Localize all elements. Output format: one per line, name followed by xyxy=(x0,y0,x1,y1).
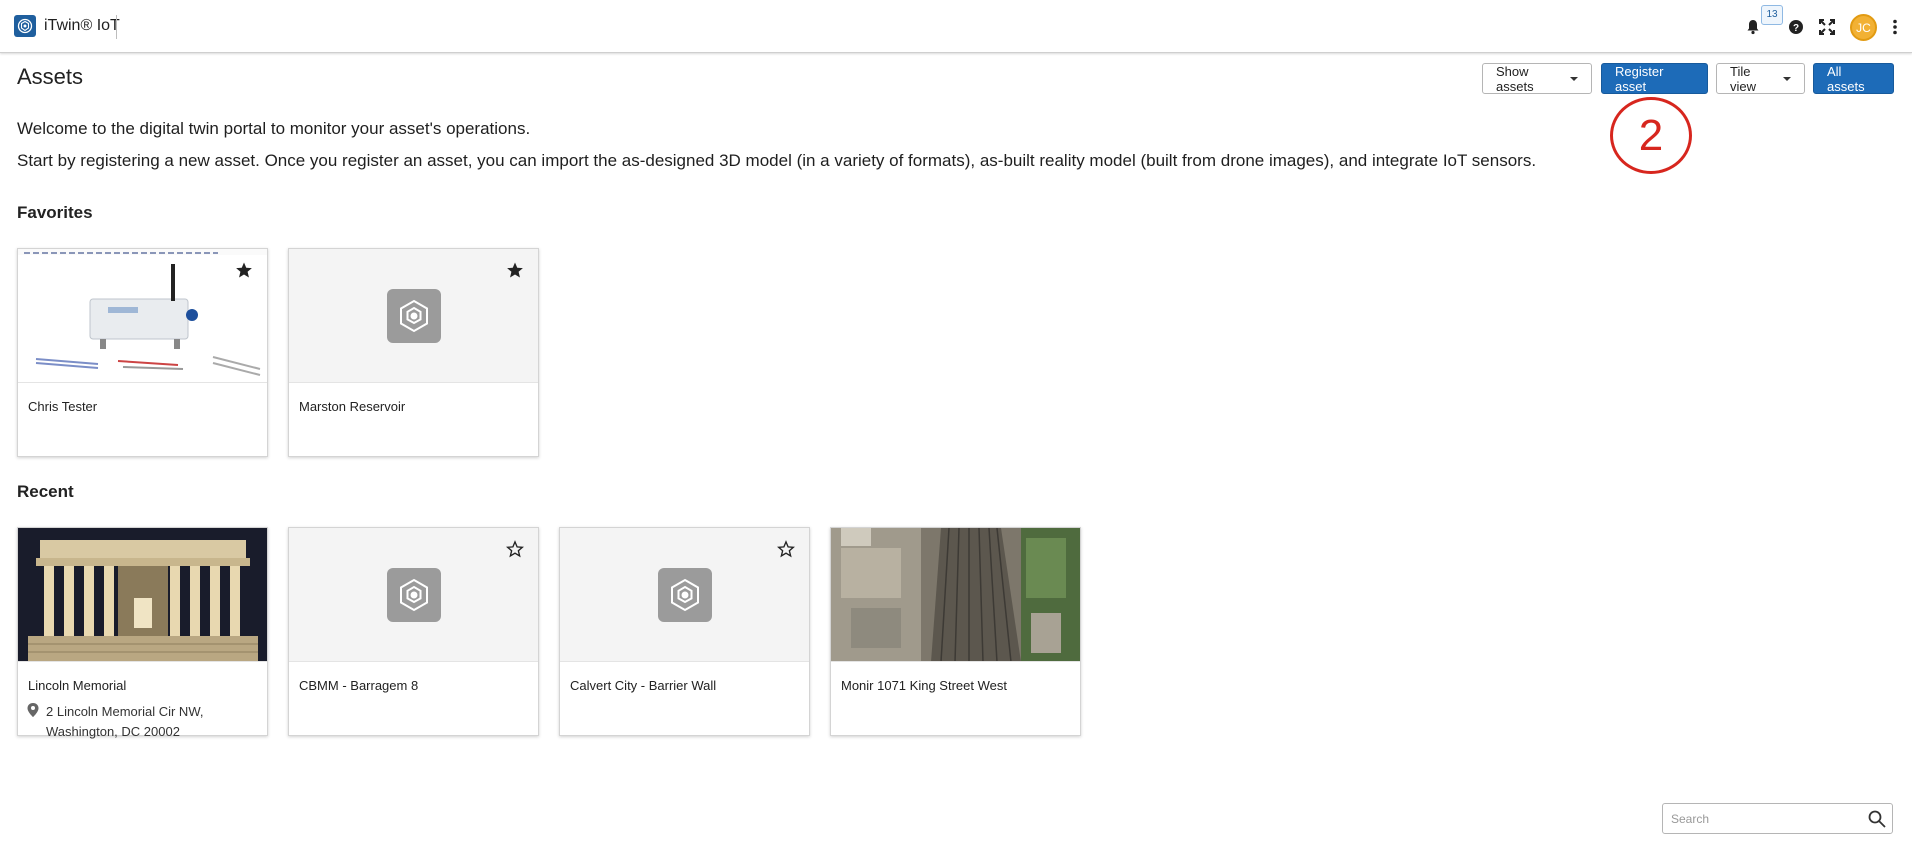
tile-view-label: Tile view xyxy=(1730,63,1757,94)
search-box xyxy=(1662,803,1893,834)
help-icon[interactable]: ? xyxy=(1786,17,1806,37)
favorites-heading: Favorites xyxy=(17,203,93,222)
asset-tile[interactable]: CBMM - Barragem 8 xyxy=(288,527,539,736)
asset-placeholder-icon xyxy=(387,568,441,622)
register-asset-button[interactable]: Register asset xyxy=(1601,63,1708,94)
step-annotation-circle: 2 xyxy=(1610,97,1692,174)
asset-name: Calvert City - Barrier Wall xyxy=(570,678,717,693)
user-avatar[interactable]: JC xyxy=(1850,14,1877,41)
address-line-1: 2 Lincoln Memorial Cir NW, xyxy=(46,704,204,719)
favorite-star-outline-icon[interactable] xyxy=(505,540,525,558)
bell-icon[interactable] xyxy=(1743,17,1763,37)
fullscreen-icon[interactable] xyxy=(1817,17,1837,37)
favorite-star-filled-icon[interactable] xyxy=(235,261,253,279)
chevron-down-icon xyxy=(1783,76,1791,81)
asset-placeholder-icon xyxy=(387,289,441,343)
asset-address: 2 Lincoln Memorial Cir NW, Washington, D… xyxy=(46,702,204,742)
asset-name: Marston Reservoir xyxy=(299,399,406,414)
itwin-logo-icon xyxy=(14,15,36,37)
page-title: Assets xyxy=(17,64,84,89)
location-pin-icon xyxy=(27,703,39,717)
intro-welcome-text: Welcome to the digital twin portal to mo… xyxy=(17,119,531,138)
asset-thumbnail-aerial xyxy=(831,528,1080,662)
asset-tile[interactable]: Lincoln Memorial 2 Lincoln Memorial Cir … xyxy=(17,527,268,739)
favorite-star-filled-icon[interactable] xyxy=(506,261,524,279)
chevron-down-icon xyxy=(1570,76,1578,81)
show-assets-dropdown[interactable]: Show assets xyxy=(1482,63,1592,94)
asset-name: CBMM - Barragem 8 xyxy=(299,678,419,693)
intro-instructions-text: Start by registering a new asset. Once y… xyxy=(17,151,1537,170)
search-input[interactable] xyxy=(1671,810,1861,828)
address-line-2: Washington, DC 20002 xyxy=(46,724,180,739)
asset-thumbnail-placeholder xyxy=(560,528,809,662)
recent-heading: Recent xyxy=(17,482,74,501)
asset-name: Lincoln Memorial xyxy=(28,678,127,693)
header-divider xyxy=(116,15,117,39)
notification-count-badge[interactable]: 13 xyxy=(1761,5,1783,25)
app-name: iTwin® IoT xyxy=(44,17,120,34)
all-assets-button[interactable]: All assets xyxy=(1813,63,1894,94)
search-icon[interactable] xyxy=(1868,810,1886,828)
asset-thumbnail-memorial xyxy=(18,528,267,662)
asset-tile[interactable]: Marston Reservoir xyxy=(288,248,539,457)
show-assets-label: Show assets xyxy=(1496,63,1534,94)
asset-thumbnail-placeholder xyxy=(289,528,538,662)
tile-view-dropdown[interactable]: Tile view xyxy=(1716,63,1805,94)
more-vertical-icon[interactable] xyxy=(1885,17,1905,37)
asset-tile[interactable]: Calvert City - Barrier Wall xyxy=(559,527,810,736)
asset-name: Monir 1071 King Street West xyxy=(841,678,1007,693)
favorite-star-outline-icon[interactable] xyxy=(776,540,796,558)
register-asset-label: Register asset xyxy=(1615,63,1664,94)
asset-placeholder-icon xyxy=(658,568,712,622)
asset-thumbnail-sensor xyxy=(18,249,267,383)
asset-tile[interactable]: Chris Tester xyxy=(17,248,268,457)
asset-tile[interactable]: Monir 1071 King Street West xyxy=(830,527,1081,736)
brand[interactable]: iTwin® IoT xyxy=(14,15,120,37)
all-assets-label: All assets xyxy=(1827,63,1865,94)
asset-name: Chris Tester xyxy=(28,399,98,414)
app-header: iTwin® IoT 13 ? JC xyxy=(0,0,1912,53)
asset-thumbnail-placeholder xyxy=(289,249,538,383)
svg-text:?: ? xyxy=(1793,23,1799,34)
